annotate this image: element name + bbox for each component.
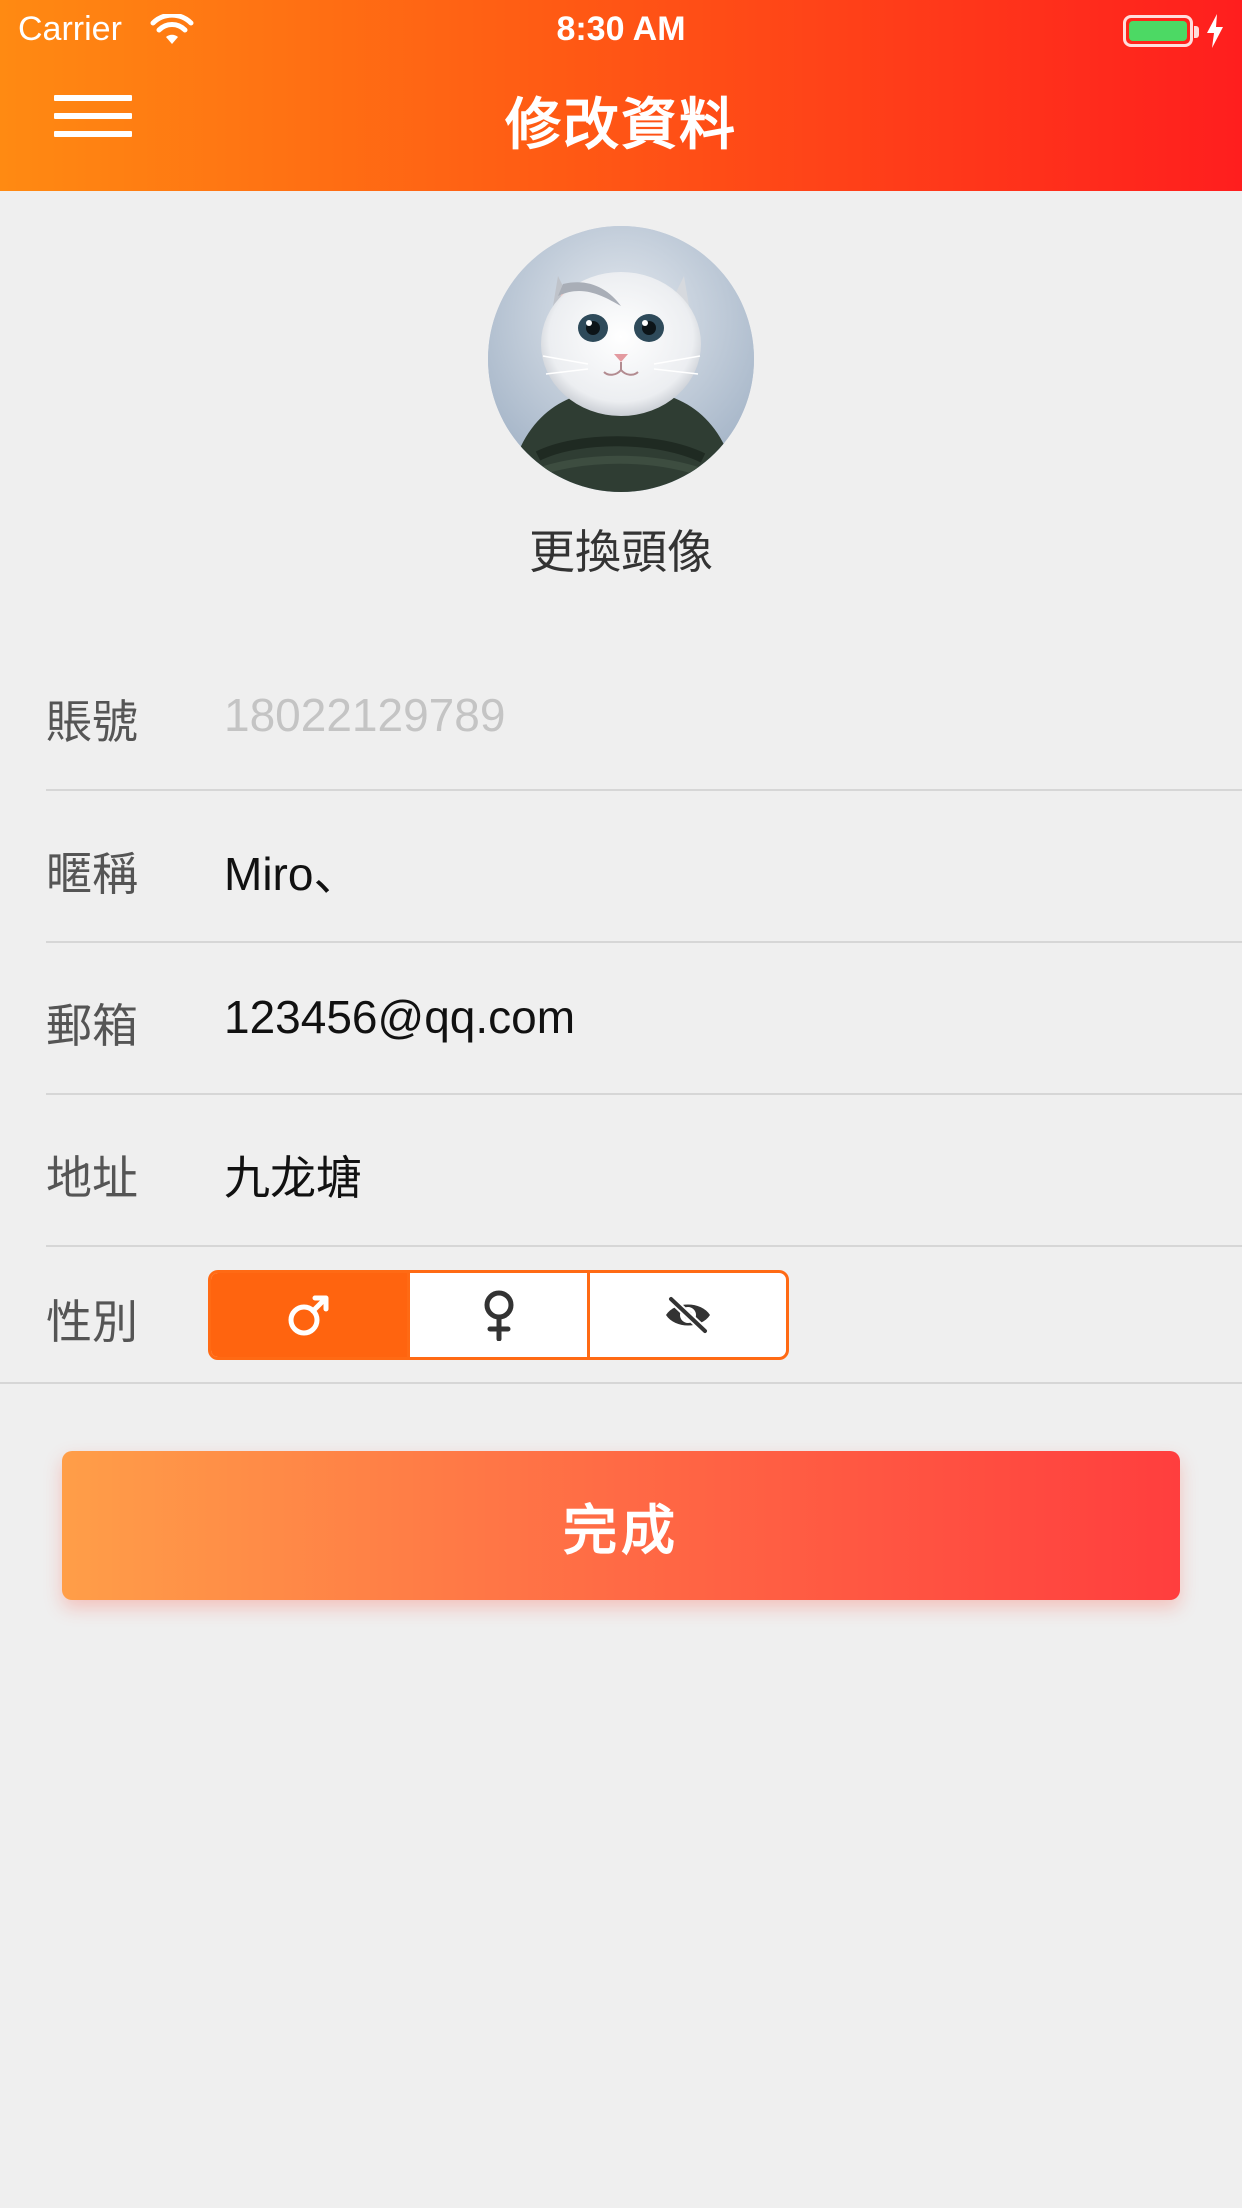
account-field[interactable]	[224, 684, 1184, 746]
status-time: 8:30 AM	[556, 10, 686, 48]
done-button[interactable]: 完成	[62, 1451, 1180, 1600]
address-field[interactable]: 九龙塘	[224, 1142, 1184, 1208]
gender-segmented-control	[208, 1270, 789, 1360]
nickname-label: 暱稱	[46, 847, 138, 901]
header-bar: Carrier 8:30 AM 修改資料	[0, 0, 1242, 191]
divider	[46, 941, 1242, 943]
account-label: 賬號	[46, 695, 138, 749]
female-icon	[484, 1290, 513, 1341]
gender-female-option[interactable]	[407, 1273, 587, 1357]
charging-bolt-icon	[1207, 14, 1223, 48]
cat-photo	[488, 226, 754, 492]
email-field[interactable]: 123456@qq.com	[224, 990, 1184, 1044]
battery-icon	[1123, 15, 1199, 47]
nickname-field[interactable]: Miro、	[224, 838, 1184, 904]
divider	[46, 1245, 1242, 1247]
divider	[46, 789, 1242, 791]
address-label: 地址	[46, 1151, 138, 1205]
gender-male-option[interactable]	[211, 1273, 407, 1357]
divider	[0, 1382, 1242, 1384]
male-icon	[288, 1295, 329, 1336]
page-title: 修改資料	[505, 93, 737, 158]
gender-label: 性別	[46, 1295, 138, 1349]
email-label: 郵箱	[46, 999, 138, 1053]
divider	[46, 1093, 1242, 1095]
change-avatar-button[interactable]: 更換頭像	[0, 516, 1242, 582]
status-bar: Carrier 8:30 AM	[0, 0, 1242, 60]
avatar[interactable]	[488, 226, 754, 492]
eye-slash-icon	[666, 1295, 710, 1335]
gender-hidden-option[interactable]	[587, 1273, 786, 1357]
